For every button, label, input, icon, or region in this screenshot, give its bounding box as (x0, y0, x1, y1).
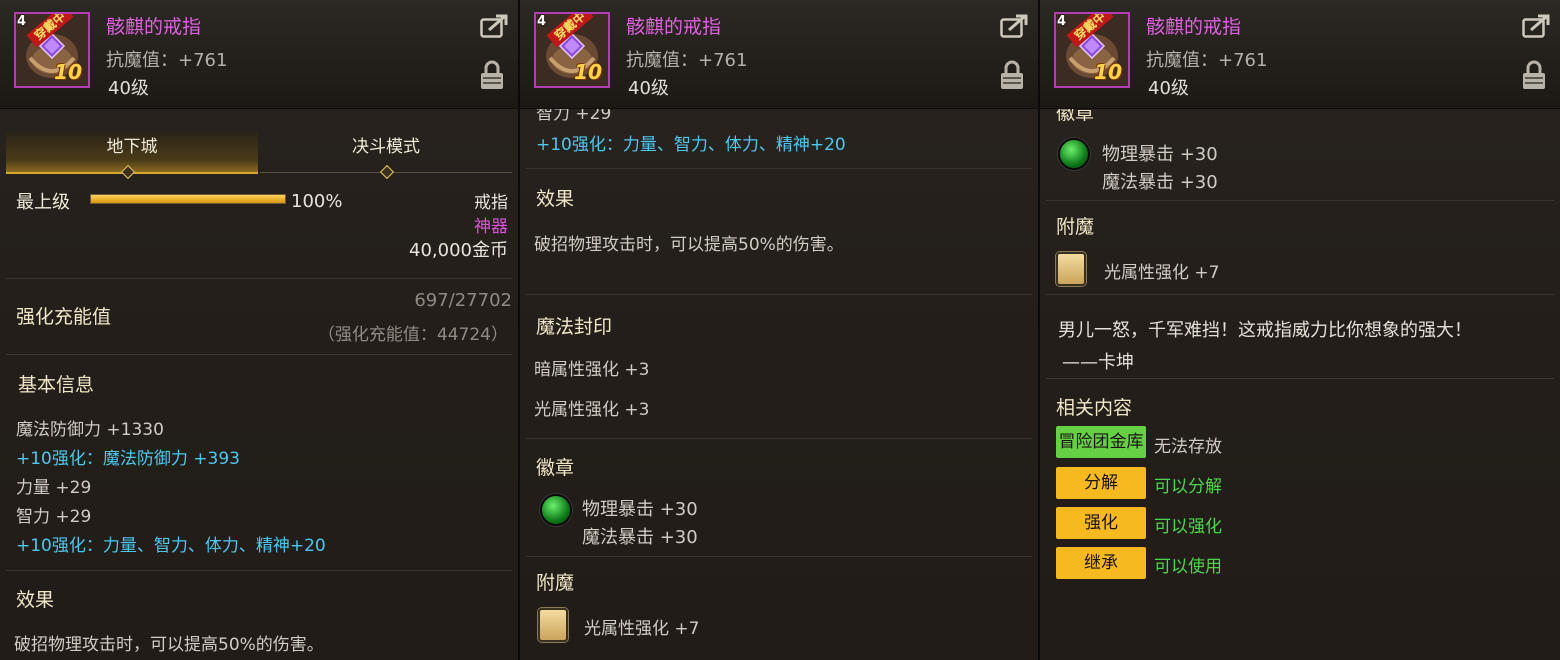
basic-info-line: 智力 +29 (16, 507, 92, 527)
emblem-line: 物理暴击 +30 (582, 499, 698, 520)
item-stat-line: 抗魔值：+761 (106, 50, 228, 71)
enhance-energy-title: 强化充能值 (16, 306, 112, 328)
tooltip-panel-3: 4 穿戴中 10 骸麒的戒指 抗魔值：+761 40级 徽章 物理暴击 +30 … (1040, 0, 1560, 660)
adventure-vault-button[interactable]: 冒险团金库 (1056, 426, 1146, 458)
ring-item-icon[interactable]: 4 穿戴中 10 (1054, 12, 1130, 88)
share-icon[interactable] (1000, 14, 1028, 38)
divider (1046, 378, 1554, 379)
lock-icon[interactable] (1522, 60, 1546, 90)
emblem-title: 徽章 (536, 457, 575, 479)
mode-tabs: 地下城 决斗模式 (6, 132, 512, 180)
tooltip-body: 智力 +29 +10强化：力量、智力、体力、精神+20 效果 破招物理攻击时，可… (520, 108, 1038, 660)
basic-info-line-partial: 智力 +29 (536, 108, 612, 124)
related-status: 可以使用 (1154, 557, 1222, 577)
magic-seal-title: 魔法封印 (536, 316, 613, 338)
green-emblem-icon (1058, 138, 1090, 170)
upgrade-badge: 10 (1094, 60, 1122, 84)
divider (6, 570, 512, 571)
effect-title: 效果 (16, 589, 55, 611)
share-icon[interactable] (1522, 14, 1550, 38)
grade-progress-fill (91, 195, 285, 203)
emblem-title-partial: 徽章 (1056, 108, 1095, 124)
share-icon[interactable] (480, 14, 508, 38)
item-header: 4 穿戴中 10 骸麒的戒指 抗魔值：+761 40级 (520, 0, 1038, 109)
flavor-author: ——卡坤 (1062, 352, 1134, 373)
magic-seal-line: 光属性强化 +3 (534, 400, 650, 420)
icon-level-badge: 4 (1057, 14, 1067, 29)
enchant-card-icon (538, 608, 568, 642)
basic-info-line: +10强化：力量、智力、体力、精神+20 (536, 135, 846, 155)
icon-level-badge: 4 (17, 14, 27, 29)
item-level: 40级 (108, 78, 149, 99)
enhance-energy-progress: 697/27702 (414, 290, 512, 311)
tab-dungeon[interactable]: 地下城 (6, 132, 258, 174)
basic-info-title: 基本信息 (18, 374, 95, 396)
tooltip-panel-2: 4 穿戴中 10 骸麒的戒指 抗魔值：+761 40级 智力 +29 +10强化… (520, 0, 1040, 660)
divider (6, 354, 512, 355)
item-header: 4 穿戴中 10 骸麒的戒指 抗魔值：+761 40级 (1040, 0, 1560, 109)
inherit-button[interactable]: 继承 (1056, 547, 1146, 579)
divider (526, 438, 1032, 439)
effect-text: 破招物理攻击时，可以提高50%的伤害。 (534, 235, 844, 255)
emblem-line: 魔法暴击 +30 (582, 527, 698, 548)
lock-icon[interactable] (480, 60, 504, 90)
item-type: 戒指 (474, 193, 508, 213)
item-price: 40,000金币 (409, 240, 508, 261)
item-name: 骸麒的戒指 (1146, 16, 1242, 38)
divider (1046, 200, 1554, 201)
divider (526, 168, 1032, 169)
divider (1046, 294, 1554, 295)
item-name: 骸麒的戒指 (106, 16, 202, 38)
related-status: 可以强化 (1154, 517, 1222, 537)
basic-info-line: 力量 +29 (16, 478, 92, 498)
related-title: 相关内容 (1056, 397, 1133, 419)
enchant-card-icon (1056, 252, 1086, 286)
divider (526, 294, 1032, 295)
tooltip-body: 地下城 决斗模式 最上级 100% 戒指 神器 40,000金币 强化充能值 6… (0, 108, 518, 660)
item-level: 40级 (1148, 78, 1189, 99)
upgrade-badge: 10 (54, 60, 82, 84)
grade-percent: 100% (291, 191, 343, 212)
item-stat-line: 抗魔值：+761 (626, 50, 748, 71)
magic-seal-line: 暗属性强化 +3 (534, 360, 650, 380)
enchant-line: 光属性强化 +7 (584, 619, 700, 639)
related-status: 可以分解 (1154, 477, 1222, 497)
item-rarity: 神器 (474, 217, 508, 237)
item-header: 4 穿戴中 10 骸麒的戒指 抗魔值：+761 40级 (0, 0, 518, 109)
ring-item-icon[interactable]: 4 穿戴中 10 (14, 12, 90, 88)
related-status: 无法存放 (1154, 437, 1222, 457)
upgrade-badge: 10 (574, 60, 602, 84)
enchant-title: 附魔 (536, 572, 575, 594)
enhance-energy-note: （强化充能值：44724） (317, 325, 508, 345)
enhance-button[interactable]: 强化 (1056, 507, 1146, 539)
basic-info-line: +10强化：力量、智力、体力、精神+20 (16, 536, 326, 556)
effect-text: 破招物理攻击时，可以提高50%的伤害。 (14, 635, 324, 655)
lock-icon[interactable] (1000, 60, 1024, 90)
ring-item-icon[interactable]: 4 穿戴中 10 (534, 12, 610, 88)
tooltip-body: 徽章 物理暴击 +30 魔法暴击 +30 附魔 光属性强化 +7 男儿一怒，千军… (1040, 108, 1560, 660)
item-name: 骸麒的戒指 (626, 16, 722, 38)
basic-info-line: 魔法防御力 +1330 (16, 420, 164, 440)
green-emblem-icon (540, 494, 572, 526)
enchant-line: 光属性强化 +7 (1104, 263, 1220, 283)
icon-level-badge: 4 (537, 14, 547, 29)
enchant-title: 附魔 (1056, 216, 1095, 238)
item-level: 40级 (628, 78, 669, 99)
grade-progress-bar (90, 194, 286, 204)
flavor-quote: 男儿一怒，千军难挡！这戒指威力比你想象的强大！ (1058, 320, 1472, 341)
grade-label: 最上级 (16, 192, 70, 213)
divider (526, 556, 1032, 557)
emblem-line: 物理暴击 +30 (1102, 144, 1218, 165)
tooltip-panel-1: 4 穿戴中 10 骸麒的戒指 抗魔值：+761 40级 地下城 决斗模式 最上级… (0, 0, 520, 660)
emblem-line: 魔法暴击 +30 (1102, 172, 1218, 193)
effect-title: 效果 (536, 188, 575, 210)
disassemble-button[interactable]: 分解 (1056, 467, 1146, 499)
item-stat-line: 抗魔值：+761 (1146, 50, 1268, 71)
divider (6, 278, 512, 279)
basic-info-line: +10强化：魔法防御力 +393 (16, 449, 240, 469)
